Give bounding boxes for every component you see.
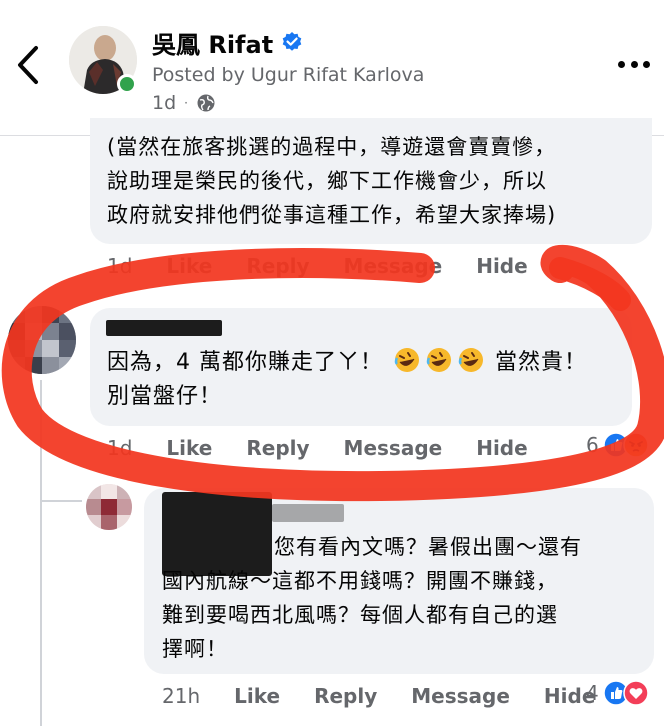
post-header: 吳鳳 Rifat Posted by Ugur Rifat Karlova 1d…	[0, 0, 664, 136]
pixelated-avatar	[8, 306, 76, 374]
comment-text: 您有看內文嗎？暑假出團～還有 國內航線～這都不用錢嗎？開團不賺錢， 難到要喝西北…	[162, 530, 582, 666]
comment-actions: 1d Like Reply Message Hide	[107, 254, 528, 278]
comment-time[interactable]: 1d	[107, 254, 132, 278]
commenter-avatar[interactable]	[86, 484, 132, 530]
hide-button[interactable]: Hide	[476, 254, 527, 278]
comment-time[interactable]: 21h	[162, 684, 200, 708]
page-avatar[interactable]	[69, 26, 137, 94]
comment-time[interactable]: 1d	[107, 436, 132, 460]
like-button[interactable]: Like	[166, 436, 212, 460]
comment-text-line: 因為，4 萬都你賺走了ㄚ！ 當然貴！	[107, 346, 587, 380]
comment-text-line: 政府就安排他們從事這種工作，希望大家捧場)	[107, 203, 557, 227]
comment-text-line: 別當盤仔！	[107, 384, 223, 409]
reaction-count: 4	[586, 681, 599, 705]
commenter-avatar[interactable]	[8, 306, 76, 374]
more-options-button[interactable]	[614, 52, 654, 76]
page-name[interactable]: 吳鳳 Rifat	[152, 25, 273, 60]
comment-actions: 1d Like Reply Message Hide	[107, 436, 528, 460]
message-button[interactable]: Message	[411, 684, 510, 708]
chevron-left-icon	[18, 46, 38, 84]
pixelated-avatar	[86, 484, 132, 530]
love-icon	[622, 680, 649, 706]
reply-button[interactable]: Reply	[314, 684, 377, 708]
comment-text-segment: 當然貴！	[495, 350, 588, 375]
reaction-count: 6	[586, 433, 599, 457]
redacted-commenter-name	[272, 504, 344, 522]
comment-text-line: 國內航線～這都不用錢嗎？開團不賺錢，	[162, 569, 558, 593]
comment-text: 因為，4 萬都你賺走了ㄚ！ 當然貴！ 別當盤仔！	[107, 346, 587, 414]
angry-icon	[622, 432, 649, 458]
globe-icon	[197, 94, 215, 112]
comment-text-line: 擇啊！	[162, 637, 228, 661]
comment-text-line: 您有看內文嗎？暑假出團～還有	[274, 535, 582, 559]
redacted-commenter-name	[106, 320, 222, 336]
reaction-summary[interactable]: 6	[586, 432, 649, 458]
reply-thread-line	[40, 380, 42, 726]
back-button[interactable]	[12, 40, 46, 90]
rofl-emoji-icon	[426, 348, 451, 372]
hide-button[interactable]: Hide	[476, 436, 527, 460]
like-button[interactable]: Like	[166, 254, 212, 278]
online-status-dot	[117, 74, 137, 94]
message-button[interactable]: Message	[344, 436, 443, 460]
reaction-summary[interactable]: 4	[586, 680, 649, 706]
comment-text-line: (當然在旅客挑選的過程中，導遊還會賣賣慘，	[107, 135, 557, 159]
reply-button[interactable]: Reply	[246, 254, 309, 278]
comment-text: (當然在旅客挑選的過程中，導遊還會賣賣慘， 說助理是榮民的後代，鄉下工作機會少，…	[107, 130, 556, 232]
verified-badge-icon	[282, 32, 302, 51]
reply-thread-connector	[40, 500, 82, 502]
posted-by-label[interactable]: Posted by Ugur Rifat Karlova	[152, 64, 424, 86]
message-button[interactable]: Message	[344, 254, 443, 278]
comment-text-line: 難到要喝西北風嗎？每個人都有自己的選	[162, 603, 558, 627]
reply-button[interactable]: Reply	[246, 436, 309, 460]
like-button[interactable]: Like	[234, 684, 280, 708]
comment-actions: 21h Like Reply Message Hide	[162, 684, 595, 708]
post-meta: 1d ·	[152, 92, 216, 114]
rofl-emoji-icon	[394, 348, 419, 372]
comment-text-segment: 因為，4 萬都你賺走了ㄚ！	[107, 350, 383, 375]
rofl-emoji-icon	[458, 348, 483, 372]
comment-text-line: 說助理是榮民的後代，鄉下工作機會少，所以	[107, 169, 547, 193]
post-time[interactable]: 1d	[152, 92, 176, 114]
